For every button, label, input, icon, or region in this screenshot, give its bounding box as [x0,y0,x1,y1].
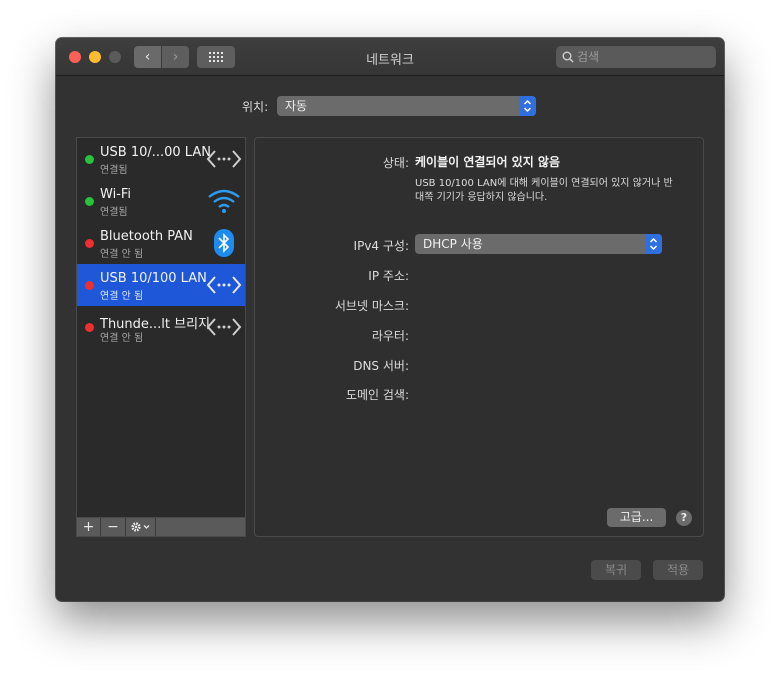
advanced-button[interactable]: 고급... [607,508,666,527]
ipv4-label: IPv4 구성: [353,239,409,253]
gear-icon [131,522,150,532]
location-value: 자동 [285,99,308,113]
search-domain-label: 도메인 검색: [345,388,409,402]
add-service-button[interactable]: + [77,518,101,536]
ethernet-icon [206,150,242,168]
title-bar: ‹ › 네트워크 [56,38,724,76]
location-stepper[interactable] [519,96,536,116]
service-name: Bluetooth PAN [100,229,193,244]
service-item[interactable]: Wi-Fi 연결됨 [77,180,245,222]
service-actions-menu-button[interactable] [126,518,156,536]
service-item[interactable]: Thunde...lt 브리지 연결 안 됨 [77,306,245,348]
service-item[interactable]: Bluetooth PAN 연결 안 됨 [77,222,245,264]
router-label: 라우터: [371,329,409,343]
location-select[interactable]: 자동 [277,96,536,116]
status-dot [85,197,94,206]
ipv4-configure-select[interactable]: DHCP 사용 [415,234,662,254]
service-name: USB 10/...00 LAN [100,145,211,160]
revert-button[interactable]: 복귀 [591,560,641,580]
status-value: 케이블이 연결되어 있지 않음 [415,155,561,169]
bluetooth-icon [214,229,234,257]
service-name: Wi-Fi [100,187,132,202]
service-list-toolbar: + − [76,517,246,537]
search-field[interactable] [556,46,716,68]
service-detail-panel: 상태: 케이블이 연결되어 있지 않음 USB 10/100 LAN에 대해 케… [254,137,704,537]
service-status: 연결 안 됨 [100,249,144,260]
status-dot [85,281,94,290]
service-item[interactable]: USB 10/...00 LAN 연결됨 [77,138,245,180]
service-status: 연결 안 됨 [100,291,144,302]
status-label: 상태: [382,156,409,170]
search-icon [562,51,574,63]
service-status: 연결됨 [100,165,128,176]
service-status: 연결 안 됨 [100,333,144,344]
subnet-mask-label: 서브넷 마스크: [334,299,409,313]
wifi-icon [208,189,240,213]
service-name: USB 10/100 LAN [100,271,207,286]
status-dot [85,239,94,248]
chevron-updown-icon [523,99,532,113]
service-list: USB 10/...00 LAN 연결됨 Wi-Fi 연결됨 Bluetooth… [76,137,246,537]
service-item[interactable]: USB 10/100 LAN 연결 안 됨 [77,264,245,306]
status-dot [85,323,94,332]
dns-server-label: DNS 서버: [353,359,409,373]
network-preferences-window: ‹ › 네트워크 위치: 자동 [56,38,724,601]
apply-button[interactable]: 적용 [653,560,703,580]
ipv4-stepper[interactable] [645,234,662,254]
status-dot [85,155,94,164]
ethernet-icon [206,318,242,336]
ip-address-label: IP 주소: [368,269,409,283]
help-button[interactable]: ? [676,510,692,526]
status-description: USB 10/100 LAN에 대해 케이블이 연결되어 있지 않거나 반대쪽 … [415,178,673,203]
ethernet-icon [206,276,242,294]
ipv4-value: DHCP 사용 [423,237,483,251]
search-input[interactable] [577,46,711,68]
service-status: 연결됨 [100,207,128,218]
chevron-updown-icon [649,237,658,251]
remove-service-button[interactable]: − [101,518,126,536]
location-label: 위치: [242,100,269,114]
